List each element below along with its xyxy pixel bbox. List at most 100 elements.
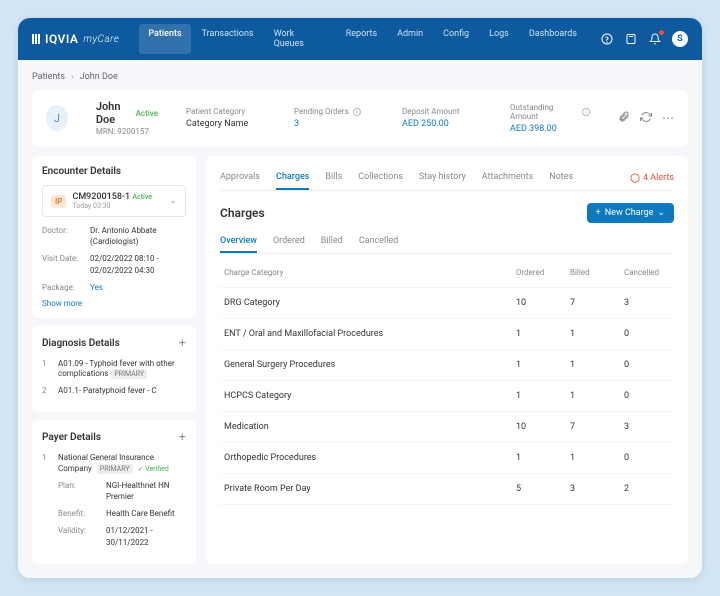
topnav-right: S — [600, 31, 688, 47]
plus-icon[interactable]: + — [179, 430, 186, 445]
encounter-id: CM9200158-1 — [72, 192, 130, 202]
panel-title: Diagnosis Details + — [42, 336, 186, 351]
encounter-panel: Encounter Details IP CM9200158-1 Active … — [32, 156, 196, 318]
main-panel: Approvals Charges Bills Collections Stay his… — [206, 156, 688, 564]
diagnosis-panel: Diagnosis Details + 1A01.09 - Typhoid fe… — [32, 326, 196, 412]
subtabs: Overview Ordered Billed Cancelled — [220, 231, 674, 254]
alerts-link[interactable]: 4 Alerts — [630, 173, 674, 183]
breadcrumb: Patients › John Doe — [32, 68, 688, 90]
nav-item-dashboards[interactable]: Dashboards — [520, 24, 586, 54]
show-more-link[interactable]: Show more — [42, 299, 186, 308]
encounter-selector[interactable]: IP CM9200158-1 Active Today 03:30 ⌄ — [42, 185, 186, 217]
kv-row: Plan:NGI-Healthnet HN Premier — [58, 480, 186, 502]
pending-orders-link[interactable]: 3 — [294, 119, 374, 129]
panel-title: Payer Details + — [42, 430, 186, 445]
attachment-icon[interactable] — [618, 111, 630, 126]
tab-approvals[interactable]: Approvals — [220, 166, 260, 190]
table-row[interactable]: HCPCS Category110 — [220, 381, 674, 412]
info-icon: i — [582, 108, 590, 116]
chevron-down-icon: ⌄ — [657, 208, 665, 218]
tab-stay-history[interactable]: Stay history — [419, 166, 466, 190]
nav-item-admin[interactable]: Admin — [388, 24, 432, 54]
tab-charges[interactable]: Charges — [276, 166, 309, 190]
sidebar: Encounter Details IP CM9200158-1 Active … — [32, 156, 196, 564]
kv-row: Visit Date:02/02/2022 08:10 - 02/02/2022… — [42, 253, 186, 275]
avatar[interactable]: S — [672, 31, 688, 47]
columns: Encounter Details IP CM9200158-1 Active … — [32, 156, 688, 564]
panel-title: Encounter Details — [42, 166, 186, 177]
patient-name-block: John Doe Active MRN: 9200157 — [96, 100, 158, 136]
col-header: Ordered — [512, 258, 566, 288]
body: Patients › John Doe J John Doe Active MR… — [18, 60, 702, 578]
diagnosis-row: 1A01.09 - Typhoid fever with other compl… — [42, 359, 186, 380]
nav-item-patients[interactable]: Patients — [139, 24, 190, 54]
kv-row: Doctor:Dr. Antonio Abbate (Cardiologist) — [42, 225, 186, 247]
ip-badge: IP — [51, 195, 66, 208]
col-header: Cancelled — [620, 258, 674, 288]
encounter-status: Active — [132, 193, 152, 201]
plus-icon: + — [596, 208, 601, 218]
table-row[interactable]: Orthopedic Procedures110 — [220, 443, 674, 474]
breadcrumb-root[interactable]: Patients — [32, 72, 65, 82]
charges-header: Charges + New Charge ⌄ — [220, 191, 674, 231]
col-header: Billed — [566, 258, 620, 288]
verified-badge: ✓ Verified — [138, 465, 169, 473]
payer-panel: Payer Details + 1 National General Insur… — [32, 420, 196, 564]
deposit-link[interactable]: AED 250.00 — [402, 119, 482, 129]
col-header: Charge Category — [220, 258, 512, 288]
chevron-down-icon: ⌄ — [169, 196, 177, 206]
plus-icon[interactable]: + — [179, 336, 186, 351]
tab-notes[interactable]: Notes — [549, 166, 573, 190]
table-row[interactable]: Medication1073 — [220, 412, 674, 443]
help-icon[interactable] — [600, 32, 614, 46]
primary-tag: PRIMARY — [97, 464, 133, 474]
app-window: IQVIA myCare PatientsTransactionsWork Qu… — [18, 18, 702, 578]
tab-attachments[interactable]: Attachments — [482, 166, 533, 190]
status-badge: Active — [136, 109, 158, 118]
calculator-icon[interactable] — [624, 32, 638, 46]
pending-orders: Pending Ordersi 3 — [294, 107, 374, 129]
table-row[interactable]: ENT / Oral and Maxillofacial Procedures1… — [220, 319, 674, 350]
table-row[interactable]: DRG Category1073 — [220, 288, 674, 319]
nav-item-logs[interactable]: Logs — [480, 24, 518, 54]
subtab-ordered[interactable]: Ordered — [273, 231, 305, 253]
nav-item-transactions[interactable]: Transactions — [193, 24, 263, 54]
nav-item-work-queues[interactable]: Work Queues — [265, 24, 335, 54]
patient-category: Patient Category Category Name — [186, 107, 266, 129]
page-title: Charges — [220, 206, 265, 220]
patient-name: John Doe — [96, 100, 131, 126]
nav-item-reports[interactable]: Reports — [337, 24, 386, 54]
primary-tag: PRIMARY — [111, 369, 147, 379]
patient-actions: ⋯ — [618, 111, 674, 126]
tabs: Approvals Charges Bills Collections Stay his… — [220, 156, 674, 191]
patient-card: J John Doe Active MRN: 9200157 Patient C… — [32, 90, 688, 146]
kv-row: Package:Yes — [42, 282, 186, 293]
subtab-overview[interactable]: Overview — [220, 231, 257, 253]
outstanding-amount: Outstanding Amounti AED 398.00 — [510, 103, 590, 134]
subtab-billed[interactable]: Billed — [321, 231, 343, 253]
outstanding-link[interactable]: AED 398.00 — [510, 124, 590, 134]
tab-bills[interactable]: Bills — [325, 166, 342, 190]
more-icon[interactable]: ⋯ — [662, 111, 674, 126]
info-icon: i — [353, 108, 361, 116]
table-row[interactable]: General Surgery Procedures110 — [220, 350, 674, 381]
brand-name: IQVIA — [45, 32, 78, 46]
refresh-icon[interactable] — [640, 111, 652, 126]
diagnosis-row: 2A01.1- Paratyphoid fever - C — [42, 386, 186, 396]
tab-collections[interactable]: Collections — [358, 166, 403, 190]
bell-icon[interactable] — [648, 32, 662, 46]
nav-item-config[interactable]: Config — [434, 24, 478, 54]
kv-row: Validity:01/12/2021 - 30/11/2022 — [58, 525, 186, 547]
top-nav: IQVIA myCare PatientsTransactionsWork Qu… — [18, 18, 702, 60]
payer-name-row: 1 National General Insurance Company PRI… — [42, 453, 186, 474]
nav-items: PatientsTransactionsWork QueuesReportsAd… — [139, 24, 586, 54]
subtab-cancelled[interactable]: Cancelled — [359, 231, 398, 253]
table-row[interactable]: Private Room Per Day532 — [220, 474, 674, 505]
breadcrumb-current: John Doe — [80, 72, 118, 82]
kv-row: Benefit:Health Care Benefit — [58, 508, 186, 519]
deposit-amount: Deposit Amount AED 250.00 — [402, 107, 482, 129]
patient-avatar: J — [46, 105, 68, 131]
encounter-time: Today 03:30 — [72, 202, 152, 210]
new-charge-button[interactable]: + New Charge ⌄ — [587, 203, 674, 223]
patient-mrn: MRN: 9200157 — [96, 127, 158, 136]
